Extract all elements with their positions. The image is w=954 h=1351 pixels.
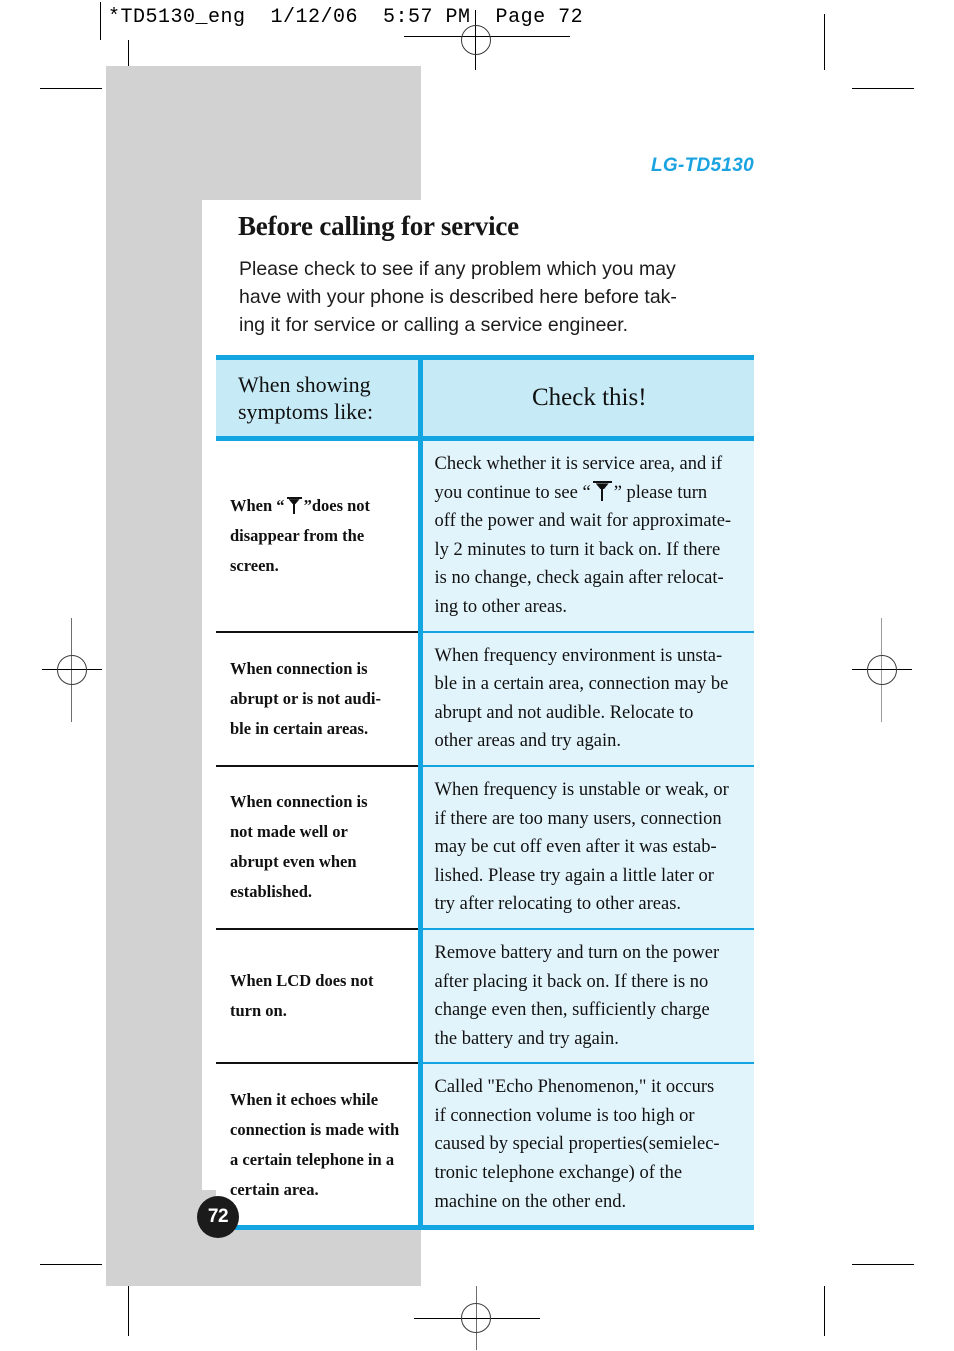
table-row: When it echoes while connection is made w… [216,1063,754,1231]
text-line: if there are too many users, connection [434,808,722,829]
crop-mark-top-left-vertical [128,40,129,68]
text-line: screen. [230,555,279,575]
registration-mark-bottom [414,1286,540,1350]
text-line: caused by special properties(semielec- [434,1134,720,1155]
table-header-symptom-line: symptoms like: [238,399,374,424]
table-header-symptom: When showing symptoms like: [216,355,423,441]
gray-bleed-block-left [106,200,202,1190]
crop-mark-bottom-right-vertical [824,1286,825,1336]
table-row: When connection is abrupt or is not audi-… [216,631,754,767]
troubleshooting-table-wrapper: When showing symptoms like: Check this! … [216,355,754,1231]
crop-mark-bottom-left-vertical [128,1286,129,1336]
text-line: the battery and try again. [434,1028,619,1049]
table-cell-symptom: When it echoes while connection is made w… [216,1063,423,1231]
intro-line: ing it for service or calling a service … [239,314,629,336]
text-line: ble in certain areas. [230,718,369,738]
table-cell-symptom: When LCD does not turn on. [216,928,423,1065]
text-line: try after relocating to other areas. [434,894,682,915]
table-header-check: Check this! [420,355,754,441]
text-line: after placing it back on. If there is no [434,971,709,992]
brand-label: LG-TD5130 [650,155,754,176]
text-line: is no change, check again after relocat- [434,568,724,589]
text-line: not made well or [230,822,348,842]
antenna-icon [592,480,612,502]
text-line: Called "Echo Phenomenon," it occurs [434,1077,715,1098]
print-header-rule [100,2,101,40]
crop-mark-top-left-horizontal [40,88,102,89]
print-header-text: *TD5130_eng 1/12/06 5:57 PM Page 72 [108,6,584,29]
text-line: connection is made with [230,1119,400,1139]
text-line: disappear from the [230,525,365,545]
table-header-symptom-line: When showing [238,372,371,397]
table-cell-check: When frequency is unstable or weak, or if… [420,765,754,930]
crop-mark-bottom-left-horizontal [40,1264,102,1265]
text-line: if connection volume is too high or [434,1105,695,1126]
text-line: When frequency environment is unsta- [434,645,723,666]
table-header-row: When showing symptoms like: Check this! [216,355,754,441]
text-line: ly 2 minutes to turn it back on. If ther… [434,539,721,560]
text-line: certain area. [230,1179,319,1199]
text-line: tronic telephone exchange) of the [434,1163,683,1184]
text-line: abrupt even when [230,852,357,872]
crop-mark-top-right-vertical [824,14,825,70]
intro-paragraph: Please check to see if any problem which… [239,255,753,339]
table-cell-symptom: When “”does not disappear from the screen. [216,438,423,633]
text-line: other areas and try again. [434,731,621,752]
table-cell-symptom: When connection is abrupt or is not audi-… [216,631,423,767]
table-cell-check: Remove battery and turn on the power afte… [420,928,754,1065]
text-line: When connection is [230,792,368,812]
manual-page: *TD5130_eng 1/12/06 5:57 PM Page 72 LG-T… [0,0,954,1351]
crop-mark-top-right-horizontal [852,88,914,89]
troubleshooting-table: When showing symptoms like: Check this! … [216,355,754,1231]
print-header-underline [404,36,570,37]
page-title: Before calling for service [238,211,519,241]
intro-line: Please check to see if any problem which… [239,258,676,280]
text-line: may be cut off even after it was estab- [434,837,717,858]
text-line: abrupt and not audible. Relocate to [434,702,694,723]
table-cell-check: Called "Echo Phenomenon," it occurs if co… [420,1063,754,1231]
text-line: When LCD does not [230,971,374,991]
text-line: change even then, sufficiently charge [434,1000,710,1021]
table-row: When “”does not disappear from the screen.… [216,438,754,633]
text-line: When frequency is unstable or weak, or [434,779,729,800]
text-line: established. [230,882,313,902]
text-line: ing to other areas. [434,596,568,617]
text-line: off the power and wait for approximate- [434,511,732,532]
text-line: When it echoes while [230,1089,379,1109]
intro-line: have with your phone is described here b… [239,286,677,308]
text-line: When connection is [230,658,368,678]
gray-bleed-block-top [106,66,421,200]
text-line: Remove battery and turn on the power [434,942,720,963]
text-line: ble in a certain area, connection may be [434,674,729,695]
table-cell-symptom: When connection is not made well or abrupt… [216,765,423,930]
registration-mark-left [42,618,102,722]
text-line: you continue to see “” please turn [434,480,708,503]
table-cell-check: When frequency environment is unsta-ble … [420,631,754,767]
text-line: abrupt or is not audi- [230,688,381,708]
table-row: When connection is not made well or abrupt… [216,765,754,930]
table-cell-check: Check whether it is service area, and if… [420,438,754,633]
table-row: When LCD does not turn on. Remove battery … [216,928,754,1065]
text-line: machine on the other end. [434,1191,627,1212]
text-line: a certain telephone in a [230,1149,395,1169]
page-number-badge: 72 [197,1196,239,1238]
registration-mark-right [852,618,912,722]
text-line: turn on. [230,1001,287,1021]
text-line: lished. Please try again a little later … [434,865,714,886]
antenna-icon [286,496,302,514]
text-line: When “”does not [230,495,371,515]
text-line: Check whether it is service area, and if [434,454,723,474]
crop-mark-bottom-right-horizontal [852,1264,914,1265]
